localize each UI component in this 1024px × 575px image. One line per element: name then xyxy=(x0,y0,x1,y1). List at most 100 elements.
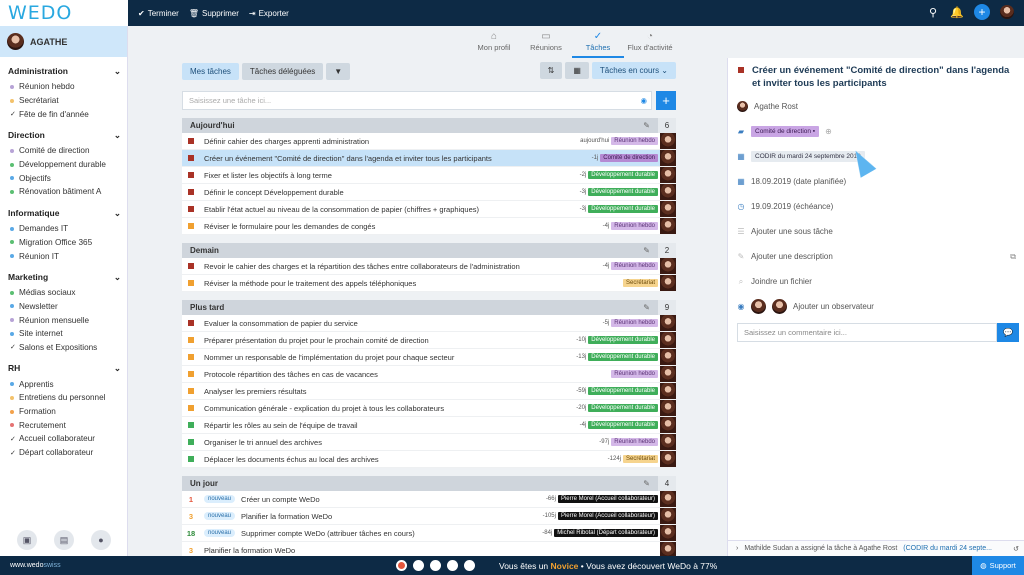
priority-square-icon[interactable] xyxy=(188,320,194,326)
section-header[interactable]: Aujourd'hui ✎ 6 xyxy=(182,118,676,133)
project-tag[interactable]: Comité de direction xyxy=(600,154,658,162)
sidebar-group-header[interactable]: Informatique ⌄ xyxy=(8,208,127,219)
task-row[interactable]: Créer un événement "Comité de direction"… xyxy=(182,150,676,167)
task-row[interactable]: Fixer et lister les objectifs à long ter… xyxy=(182,167,676,184)
task-title[interactable]: Supprimer compte WeDo (attribuer tâches … xyxy=(241,529,542,538)
project-tag[interactable]: Développement durable xyxy=(588,171,658,179)
sidebar-item[interactable]: ✓ Salons et Expositions xyxy=(8,341,127,355)
task-row[interactable]: Analyser les premiers résultats -59j Dével… xyxy=(182,383,676,400)
project-tag[interactable]: Développement durable xyxy=(588,387,658,395)
pencil-icon[interactable]: ✎ xyxy=(643,479,650,488)
task-title[interactable]: Nommer un responsable de l'implémentatio… xyxy=(204,353,576,362)
task-search-input[interactable]: Saisissez une tâche ici... ◉ xyxy=(182,91,652,110)
assignee-avatar[interactable] xyxy=(660,275,676,291)
project-tag[interactable]: Réunion hebdo xyxy=(611,262,658,270)
clipboard-icon[interactable]: ▤ xyxy=(54,530,74,550)
assignee-avatar[interactable] xyxy=(660,525,676,541)
task-title[interactable]: Organiser le tri annuel des archives xyxy=(204,438,599,447)
tab-3[interactable]: ◔ Flux d'activité xyxy=(624,28,676,58)
assignee-avatar[interactable] xyxy=(660,400,676,416)
sidebar-item[interactable]: Rénovation bâtiment A xyxy=(8,185,127,199)
assignee-name[interactable]: Agathe Rost xyxy=(754,102,798,111)
add-tag-icon[interactable]: ⊕ xyxy=(825,127,832,136)
task-title[interactable]: Définir cahier des charges apprenti admi… xyxy=(204,137,580,146)
sidebar-item[interactable]: Comité de direction xyxy=(8,144,127,158)
project-tag[interactable]: Développement durable xyxy=(588,205,658,213)
section-header[interactable]: Plus tard ✎ 9 xyxy=(182,300,676,315)
chevron-right-icon[interactable]: › xyxy=(736,545,738,552)
sidebar-item[interactable]: ✓ Fête de fin d'année xyxy=(8,107,127,121)
tab-taches-deleguees[interactable]: Tâches déléguées xyxy=(241,62,324,80)
priority-square-icon[interactable] xyxy=(188,354,194,360)
priority-square-icon[interactable] xyxy=(188,280,194,286)
task-title[interactable]: Communication générale - explication du … xyxy=(204,404,576,413)
task-title[interactable]: Planifier la formation WeDo xyxy=(204,546,660,555)
assignee-avatar[interactable] xyxy=(660,383,676,399)
user-avatar[interactable] xyxy=(1000,5,1014,19)
sidebar-item[interactable]: ✓ Départ collaborateur xyxy=(8,446,127,460)
add-icon[interactable]: + xyxy=(974,4,990,20)
project-tag[interactable]: Réunion hebdo xyxy=(611,137,658,145)
site-link[interactable]: www.wedo xyxy=(10,562,43,569)
add-observer[interactable]: Ajouter un observateur xyxy=(793,302,874,311)
sidebar-item[interactable]: Médias sociaux xyxy=(8,286,127,300)
task-title[interactable]: Revoir le cahier des charges et la répar… xyxy=(204,262,603,271)
section-header[interactable]: Un jour ✎ 4 xyxy=(182,476,676,491)
project-tag[interactable]: Développement durable xyxy=(588,404,658,412)
assignee-avatar[interactable] xyxy=(660,366,676,382)
task-title[interactable]: Fixer et lister les objectifs à long ter… xyxy=(204,171,580,180)
priority-square-icon[interactable] xyxy=(188,456,194,462)
task-row[interactable]: 1 nouveau Créer un compte WeDo -66j Pierre M… xyxy=(182,491,676,508)
task-row[interactable]: Définir le concept Développement durable… xyxy=(182,184,676,201)
assignee-avatar[interactable] xyxy=(660,491,676,507)
task-title[interactable]: Réviser la méthode pour le traitement de… xyxy=(204,279,623,288)
progress-step[interactable] xyxy=(396,560,407,571)
task-title[interactable]: Analyser les premiers résultats xyxy=(204,387,576,396)
project-tag[interactable]: Réunion hebdo xyxy=(611,438,658,446)
priority-square-icon[interactable] xyxy=(188,138,194,144)
task-row[interactable]: Organiser le tri annuel des archives -97j… xyxy=(182,434,676,451)
pencil-icon[interactable]: ✎ xyxy=(643,121,650,130)
project-tag[interactable]: Développement durable xyxy=(588,353,658,361)
sidebar-item[interactable]: Objectifs xyxy=(8,171,127,185)
task-title[interactable]: Protocole répartition des tâches en cas … xyxy=(204,370,611,379)
task-row[interactable]: 18 nouveau Supprimer compte WeDo (attribue… xyxy=(182,525,676,542)
user-header[interactable]: AGATHE xyxy=(0,26,127,57)
task-title[interactable]: Préparer présentation du projet pour le … xyxy=(204,336,576,345)
sidebar-item[interactable]: Formation xyxy=(8,405,127,419)
project-tag[interactable]: Michel Ribotal (Départ collaborateur) xyxy=(554,529,658,537)
assignee-avatar[interactable] xyxy=(660,315,676,331)
task-title[interactable]: Evaluer la consommation de papier du ser… xyxy=(204,319,603,328)
eye-icon[interactable]: ◉ xyxy=(640,96,647,105)
support-button[interactable]: ◍ Support xyxy=(972,556,1024,575)
progress-step[interactable] xyxy=(464,560,475,571)
project-tag[interactable]: Comité de direction ▪ xyxy=(751,126,820,137)
priority-square-icon[interactable] xyxy=(188,263,194,269)
project-tag[interactable]: Développement durable xyxy=(588,188,658,196)
pencil-icon[interactable]: ✎ xyxy=(643,246,650,255)
priority-square-icon[interactable] xyxy=(188,388,194,394)
project-tag[interactable]: Développement durable xyxy=(588,336,658,344)
sidebar-item[interactable]: Réunion IT xyxy=(8,249,127,263)
assignee-avatar[interactable] xyxy=(660,508,676,524)
terminer-button[interactable]: ✔ Terminer xyxy=(138,9,179,18)
exporter-button[interactable]: ⇥ Exporter xyxy=(249,9,289,18)
tab-mes-taches[interactable]: Mes tâches xyxy=(182,62,239,80)
priority-square-icon[interactable] xyxy=(188,439,194,445)
assignee-avatar[interactable] xyxy=(660,417,676,433)
pencil-icon[interactable]: ✎ xyxy=(643,303,650,312)
priority-square-icon[interactable] xyxy=(188,206,194,212)
section-header[interactable]: Demain ✎ 2 xyxy=(182,243,676,258)
task-row[interactable]: Déplacer les documents échus au local de… xyxy=(182,451,676,468)
sidebar-item[interactable]: Apprentis xyxy=(8,377,127,391)
task-row[interactable]: Evaluer la consommation de papier du ser… xyxy=(182,315,676,332)
progress-step[interactable] xyxy=(413,560,424,571)
task-row[interactable]: Etablir l'état actuel au niveau de la co… xyxy=(182,201,676,218)
sidebar-group-header[interactable]: Marketing ⌄ xyxy=(8,272,127,283)
chevron-down-icon[interactable]: ⌄ xyxy=(114,66,121,77)
sidebar-item[interactable]: Réunion hebdo xyxy=(8,80,127,94)
external-link-icon[interactable]: ⧉ xyxy=(1010,252,1016,262)
sidebar-item[interactable]: Site internet xyxy=(8,327,127,341)
sidebar-group-header[interactable]: Administration ⌄ xyxy=(8,66,127,77)
assignee-avatar[interactable] xyxy=(660,218,676,234)
